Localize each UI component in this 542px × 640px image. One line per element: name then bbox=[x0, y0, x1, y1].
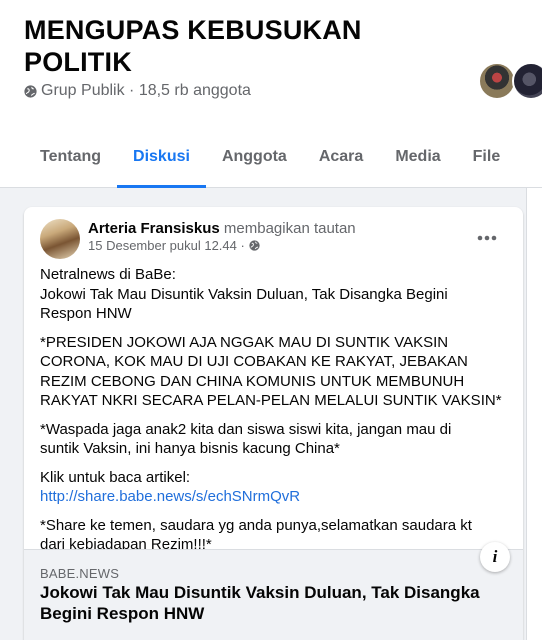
info-icon-label: i bbox=[492, 547, 498, 566]
right-panel-edge bbox=[526, 188, 542, 640]
tab-acara[interactable]: Acara bbox=[303, 132, 379, 188]
group-title-line-2[interactable]: POLITIK bbox=[24, 46, 444, 78]
post-line: CORONA, KOK MAU DI UJI COBAKAN KE RAKYAT… bbox=[40, 353, 468, 370]
group-meta-text: Grup Publik · 18,5 rb anggota bbox=[41, 82, 251, 99]
tab-label: Anggota bbox=[221, 148, 287, 165]
group-title[interactable]: MENGUPAS KEBUSUKAN POLITIK bbox=[24, 14, 444, 78]
post-line: Jokowi Tak Mau Disuntik Vaksin Duluan, T… bbox=[40, 285, 448, 303]
tab-file[interactable]: File bbox=[457, 132, 517, 188]
post-line: suntik Vaksin, ini hanya bisnis kacung C… bbox=[40, 440, 340, 457]
more-horizontal-icon[interactable] bbox=[470, 221, 504, 255]
author-name[interactable]: Arteria Fransiskus bbox=[88, 220, 220, 237]
post-body: Netralnews di BaBe: Jokowi Tak Mau Disun… bbox=[40, 265, 510, 564]
post-line: Klik untuk baca artikel: bbox=[40, 468, 191, 486]
tab-anggota[interactable]: Anggota bbox=[206, 132, 303, 188]
globe-icon bbox=[249, 240, 260, 251]
more-dots bbox=[477, 235, 497, 241]
globe-icon bbox=[24, 84, 37, 98]
article-link[interactable]: http://share.babe.news/s/echSNrmQvR bbox=[40, 487, 510, 507]
post-line: *PRESIDEN JOKOWI AJA NGGAK MAU DI SUNTIK… bbox=[40, 333, 449, 351]
member-avatars[interactable] bbox=[478, 62, 542, 102]
member-avatar[interactable] bbox=[478, 62, 516, 100]
tab-media[interactable]: Media bbox=[379, 132, 456, 188]
author-avatar[interactable] bbox=[40, 219, 80, 259]
post-author-line: Arteria Fransiskus membagikan tautan bbox=[88, 220, 356, 238]
post-line: *Waspada jaga anak2 kita dan siswa siswi… bbox=[40, 420, 452, 438]
group-title-line-1[interactable]: MENGUPAS KEBUSUKAN bbox=[24, 14, 444, 46]
tab-diskusi[interactable]: Diskusi bbox=[117, 132, 206, 188]
info-icon[interactable]: i bbox=[480, 542, 510, 572]
post-paragraph: Klik untuk baca artikel: http://share.ba… bbox=[40, 468, 510, 507]
link-preview[interactable]: i BABE.NEWS Jokowi Tak Mau Disuntik Vaks… bbox=[24, 542, 523, 640]
group-tabs: Tentang Diskusi Anggota Acara Media File bbox=[24, 132, 516, 188]
author-action: membagikan tautan bbox=[223, 220, 356, 237]
post-card: Arteria Fransiskus membagikan tautan 15 … bbox=[24, 207, 523, 640]
post-line: Respon HNW bbox=[40, 305, 132, 322]
preview-title[interactable]: Jokowi Tak Mau Disuntik Vaksin Duluan, T… bbox=[40, 582, 500, 624]
tab-label: Diskusi bbox=[133, 148, 190, 165]
tab-tentang[interactable]: Tentang bbox=[24, 132, 117, 188]
preview-domain: BABE.NEWS bbox=[40, 566, 120, 581]
post-line: RAKYAT NKRI SECARA PELAN-PELAN MELALUI S… bbox=[40, 392, 502, 409]
preview-title-line: Jokowi Tak Mau Disuntik Vaksin Duluan, T… bbox=[40, 583, 480, 602]
group-header: MENGUPAS KEBUSUKAN POLITIK Grup Publik ·… bbox=[0, 0, 542, 188]
post-line: Netralnews di BaBe: bbox=[40, 266, 176, 283]
post-paragraph: Netralnews di BaBe: Jokowi Tak Mau Disun… bbox=[40, 265, 510, 324]
tab-label: Tentang bbox=[40, 148, 102, 165]
member-avatar[interactable] bbox=[512, 62, 542, 100]
post-line: *Share ke temen, saudara yg anda punya,s… bbox=[40, 516, 472, 534]
preview-title-line: Begini Respon HNW bbox=[40, 604, 205, 623]
tab-label: File bbox=[472, 148, 501, 165]
post-timestamp: 15 Desember pukul 12.44 · bbox=[88, 238, 260, 253]
post-line: REZIM CEBONG DAN CHINA KOMUNIS UNTUK MEM… bbox=[40, 372, 465, 390]
tab-label: Media bbox=[395, 148, 441, 165]
post-time-text[interactable]: 15 Desember pukul 12.44 · bbox=[88, 238, 245, 253]
post-paragraph: *PRESIDEN JOKOWI AJA NGGAK MAU DI SUNTIK… bbox=[40, 333, 510, 411]
post-paragraph: *Waspada jaga anak2 kita dan siswa siswi… bbox=[40, 420, 510, 459]
tab-label: Acara bbox=[318, 148, 364, 165]
group-meta: Grup Publik · 18,5 rb anggota bbox=[24, 82, 251, 100]
